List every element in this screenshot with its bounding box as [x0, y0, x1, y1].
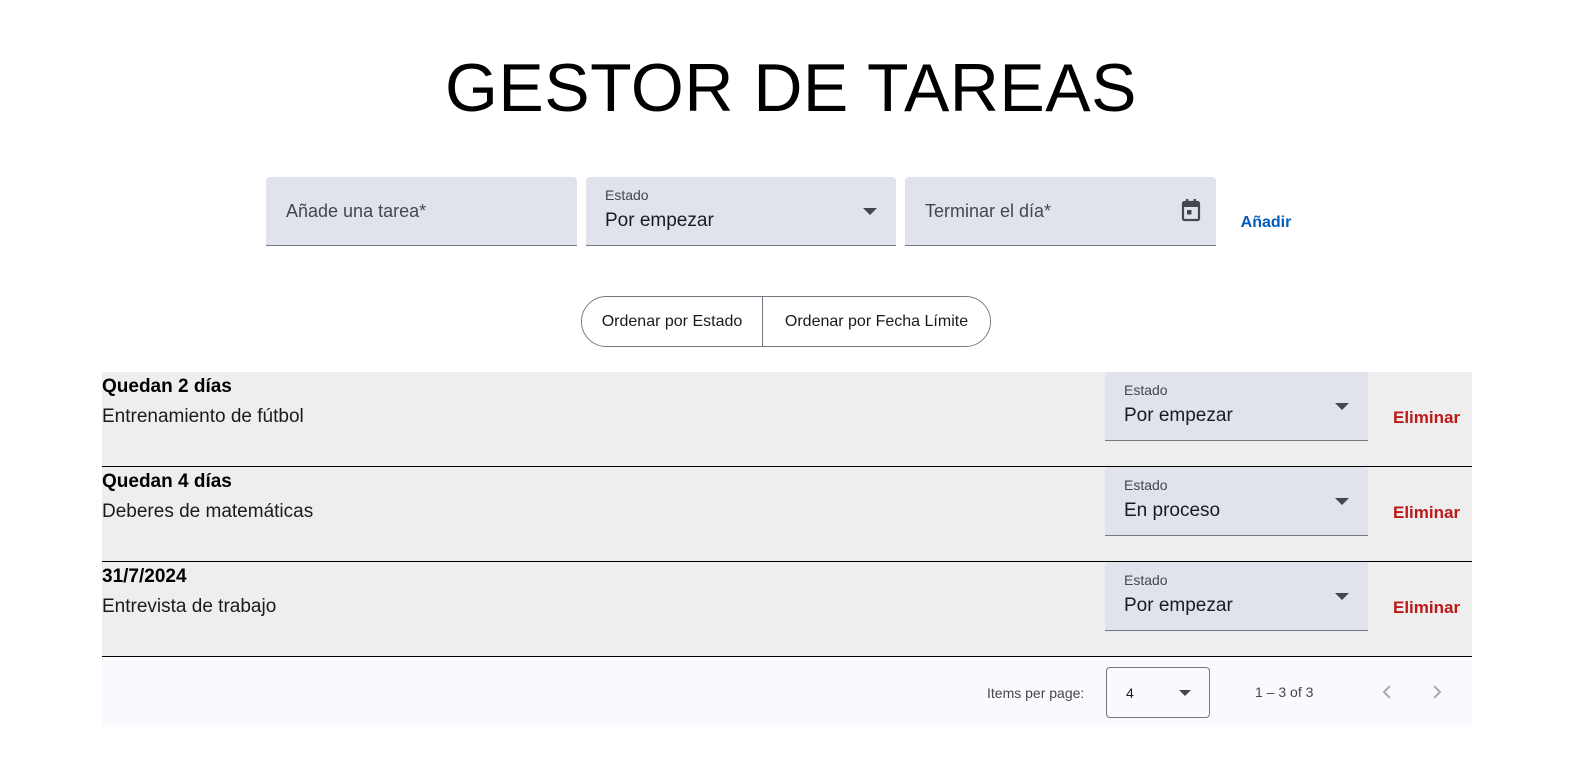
delete-task-button[interactable]: Eliminar	[1393, 598, 1460, 618]
next-page-button[interactable]	[1425, 680, 1449, 704]
due-date-field[interactable]: Terminar el día*	[905, 177, 1216, 246]
delete-task-button[interactable]: Eliminar	[1393, 503, 1460, 523]
chevron-left-icon	[1382, 685, 1391, 699]
task-status-label: Estado	[1124, 477, 1168, 493]
chevron-down-icon	[1335, 593, 1349, 600]
task-status-select[interactable]: Estado En proceso	[1105, 467, 1368, 536]
chevron-down-icon	[1335, 498, 1349, 505]
sort-toggle-group: Ordenar por Estado Ordenar por Fecha Lím…	[581, 296, 991, 347]
page-range-label: 1 – 3 of 3	[1255, 684, 1314, 700]
task-status-value: Por empezar	[1124, 405, 1233, 426]
add-task-button[interactable]: Añadir	[1231, 203, 1301, 243]
task-name: Entrenamiento de fútbol	[102, 406, 304, 427]
chevron-right-icon	[1433, 685, 1442, 699]
task-name-field[interactable]: Añade una tarea*	[266, 177, 577, 246]
chevron-down-icon	[1335, 403, 1349, 410]
task-list: Quedan 2 días Entrenamiento de fútbol Es…	[102, 372, 1472, 657]
task-row: Quedan 2 días Entrenamiento de fútbol Es…	[102, 372, 1472, 467]
task-due-info: Quedan 2 días	[102, 376, 232, 397]
task-name: Deberes de matemáticas	[102, 501, 314, 522]
task-due-info: Quedan 4 días	[102, 471, 232, 492]
chevron-down-icon	[863, 208, 877, 215]
chevron-down-icon	[1179, 690, 1191, 696]
items-per-page-label: Items per page:	[987, 685, 1085, 701]
previous-page-button[interactable]	[1375, 680, 1399, 704]
status-select-value: Por empezar	[605, 210, 714, 231]
delete-task-button[interactable]: Eliminar	[1393, 408, 1460, 428]
status-select[interactable]: Estado Por empezar	[586, 177, 896, 246]
task-status-select[interactable]: Estado Por empezar	[1105, 562, 1368, 631]
task-status-label: Estado	[1124, 572, 1168, 588]
status-select-label: Estado	[605, 187, 649, 203]
items-per-page-select[interactable]: 4	[1106, 667, 1210, 718]
page-title: GESTOR DE TAREAS	[445, 50, 1137, 126]
due-date-placeholder: Terminar el día*	[925, 201, 1052, 221]
page: GESTOR DE TAREAS Añade una tarea* Estado…	[0, 0, 1582, 777]
paginator: Items per page: 4 1 – 3 of 3	[102, 658, 1472, 727]
task-name-placeholder: Añade una tarea*	[286, 201, 427, 221]
task-due-info: 31/7/2024	[102, 566, 187, 587]
items-per-page-value: 4	[1126, 685, 1134, 701]
task-status-label: Estado	[1124, 382, 1168, 398]
task-status-select[interactable]: Estado Por empezar	[1105, 372, 1368, 441]
task-status-value: En proceso	[1124, 500, 1221, 521]
calendar-icon[interactable]	[1181, 198, 1201, 222]
task-row: Quedan 4 días Deberes de matemáticas Est…	[102, 467, 1472, 562]
task-status-value: Por empezar	[1124, 595, 1233, 616]
sort-by-status-button[interactable]: Ordenar por Estado	[582, 297, 763, 346]
sort-by-deadline-button[interactable]: Ordenar por Fecha Límite	[763, 297, 990, 346]
task-name: Entrevista de trabajo	[102, 596, 277, 617]
task-row: 31/7/2024 Entrevista de trabajo Estado P…	[102, 562, 1472, 657]
